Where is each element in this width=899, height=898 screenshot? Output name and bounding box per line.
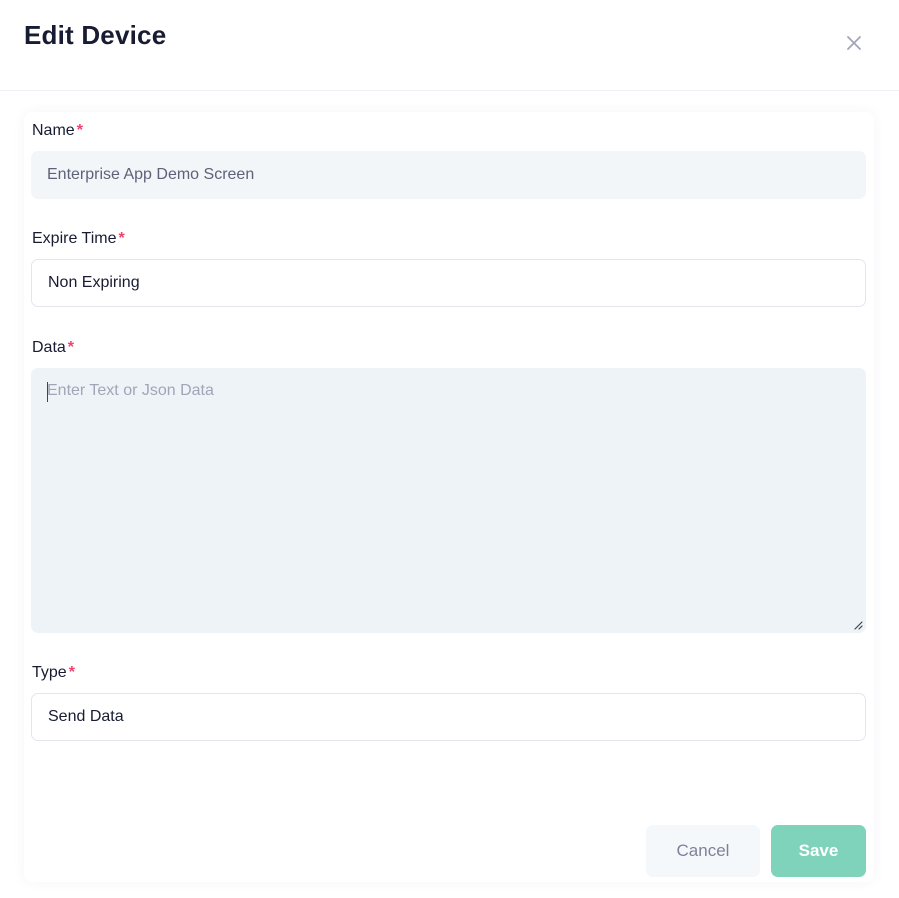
data-label: Data * xyxy=(32,339,74,357)
modal-title: Edit Device xyxy=(24,20,167,50)
text-caret xyxy=(47,382,48,402)
name-label-text: Name xyxy=(32,122,75,139)
resize-handle-icon[interactable] xyxy=(853,620,863,630)
expire-time-select[interactable]: Non Expiring xyxy=(31,259,866,307)
required-mark: * xyxy=(67,339,75,356)
expire-time-label: Expire Time * xyxy=(32,230,125,248)
data-placeholder: Enter Text or Json Data xyxy=(47,382,214,399)
name-label: Name * xyxy=(32,122,83,140)
name-field[interactable]: Enterprise App Demo Screen xyxy=(31,151,866,199)
modal-header: Edit Device xyxy=(0,0,899,91)
edit-device-modal: Edit Device Name * Enterprise App Demo Sc… xyxy=(0,0,899,898)
name-value: Enterprise App Demo Screen xyxy=(47,166,255,183)
save-button[interactable]: Save xyxy=(771,825,866,877)
cancel-button[interactable]: Cancel xyxy=(646,825,760,877)
data-label-text: Data xyxy=(32,339,66,356)
type-label: Type * xyxy=(32,664,75,682)
type-label-text: Type xyxy=(32,664,67,681)
data-textarea[interactable]: Enter Text or Json Data xyxy=(31,368,866,633)
required-mark: * xyxy=(76,122,83,139)
close-icon xyxy=(847,36,861,50)
type-select[interactable]: Send Data xyxy=(31,693,866,741)
expire-time-value: Non Expiring xyxy=(48,274,140,291)
expire-time-label-text: Expire Time xyxy=(32,230,117,247)
close-button[interactable] xyxy=(842,31,866,55)
type-value: Send Data xyxy=(48,708,124,725)
required-mark: * xyxy=(68,664,75,681)
required-mark: * xyxy=(118,230,125,247)
